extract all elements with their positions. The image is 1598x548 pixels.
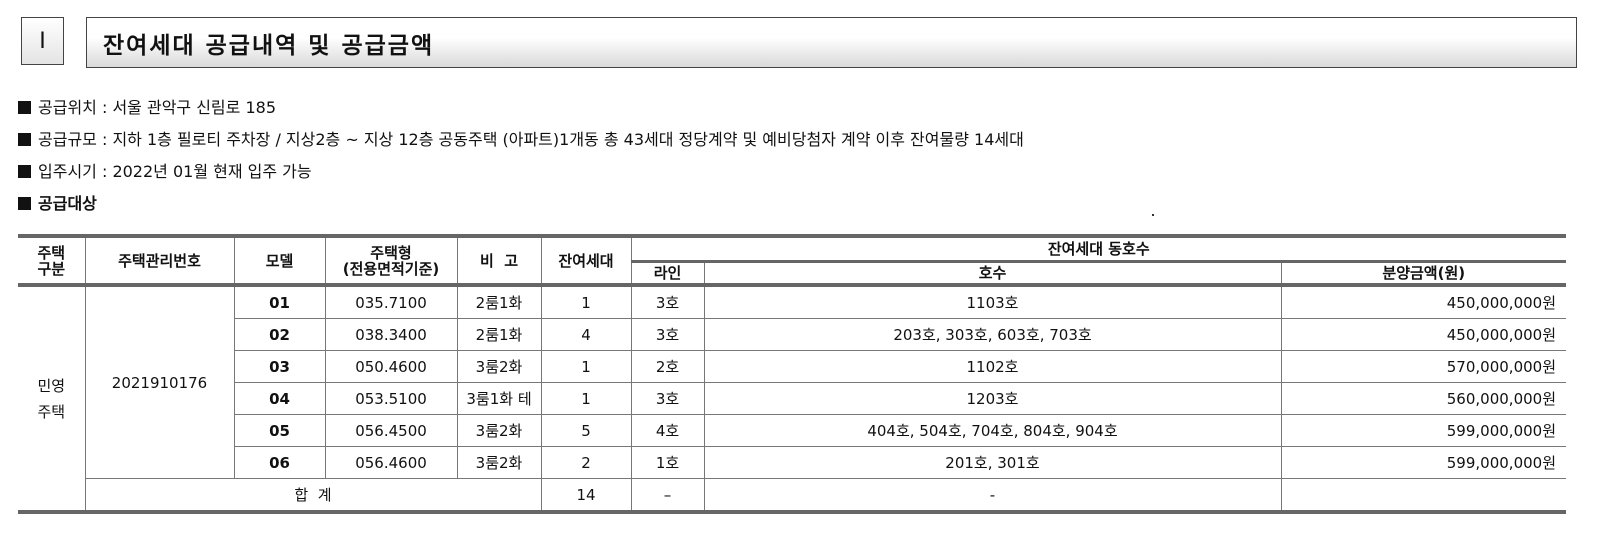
bullet-square-icon (18, 101, 31, 114)
area-cell: 050.4600 (324, 350, 458, 383)
header-row-1: 주택 구분 주택관리번호 모델 주택형 (전용면적기준) 비 고 잔여세대 잔여… (18, 235, 1566, 287)
line-cell: 3호 (630, 284, 705, 319)
unit-cell: 203호, 303호, 603호, 703호 (703, 318, 1282, 351)
line-cell: 3호 (630, 382, 705, 415)
note-cell: 3룸2화 (456, 446, 542, 479)
total-line: – (630, 478, 705, 513)
area-cell: 053.5100 (324, 382, 458, 415)
section-label: 공급대상 (18, 190, 97, 214)
info-movein: 입주시기 : 2022년 01월 현재 입주 가능 (18, 158, 312, 182)
col-model: 모델 (233, 235, 326, 287)
table-row: 05 056.4500 3룸2화 5 4호 404호, 504호, 704호, … (18, 414, 1566, 447)
unit-cell: 1203호 (703, 382, 1282, 415)
area-cell: 056.4600 (324, 446, 458, 479)
bullet-square-icon (18, 133, 31, 146)
info-scale: 공급규모 : 지하 1층 필로티 주차장 / 지상2층 ~ 지상 12층 공동주… (18, 126, 1024, 150)
col-house-type: 주택 구분 (18, 235, 86, 287)
note-cell: 3룸2화 (456, 414, 542, 447)
line-cell: 2호 (630, 350, 705, 383)
unit-cell: 201호, 301호 (703, 446, 1282, 479)
remain-cell: 5 (540, 414, 632, 447)
section-title: 잔여세대 공급내역 및 공급금액 (86, 17, 1577, 68)
note-cell: 3룸2화 (456, 350, 542, 383)
info-location: 공급위치 : 서울 관악구 신림로 185 (18, 94, 276, 118)
remain-cell: 1 (540, 284, 632, 319)
col-price: 분양금액(원) (1280, 261, 1566, 287)
price-cell: 450,000,000원 (1280, 284, 1566, 319)
model-cell: 06 (234, 446, 326, 479)
price-cell: 570,000,000원 (1280, 350, 1566, 383)
note-cell: 3룸1화 테 (456, 382, 542, 415)
col-remain: 잔여세대 (540, 235, 632, 287)
price-cell: 599,000,000원 (1280, 446, 1566, 479)
model-cell: 05 (234, 414, 326, 447)
unit-cell: 404호, 504호, 704호, 804호, 904호 (703, 414, 1282, 447)
model-cell: 03 (234, 350, 326, 383)
total-label: 합 계 (85, 478, 542, 513)
col-unit: 호수 (703, 261, 1282, 287)
col-line: 라인 (631, 261, 705, 287)
area-cell: 056.4500 (324, 414, 458, 447)
line-cell: 4호 (630, 414, 705, 447)
model-cell: 04 (234, 382, 326, 415)
col-area: 주택형 (전용면적기준) (324, 235, 458, 287)
section-number: Ⅰ (21, 17, 64, 65)
bullet-square-icon (18, 197, 31, 210)
remain-cell: 2 (540, 446, 632, 479)
bullet-square-icon (18, 165, 31, 178)
unit-cell: 1102호 (703, 350, 1282, 383)
table-row: 02 038.3400 2룸1화 4 3호 203호, 303호, 603호, … (18, 318, 1566, 351)
price-cell: 560,000,000원 (1280, 382, 1566, 415)
price-cell: 599,000,000원 (1280, 414, 1566, 447)
total-row: 합 계 14 – - (18, 478, 1566, 513)
remain-cell: 1 (540, 350, 632, 383)
total-remain: 14 (540, 478, 632, 513)
line-cell: 1호 (630, 446, 705, 479)
house-type-cell: 민영 주택 (18, 284, 86, 513)
total-unit: - (703, 478, 1282, 513)
mgmt-no-cell: 2021910176 (84, 284, 235, 479)
remain-cell: 4 (540, 318, 632, 351)
unit-cell: 1103호 (703, 284, 1282, 319)
model-cell: 02 (234, 318, 326, 351)
col-note: 비 고 (456, 235, 542, 287)
supply-table: 주택 구분 주택관리번호 모델 주택형 (전용면적기준) 비 고 잔여세대 잔여… (18, 234, 1566, 514)
col-mgmt-no: 주택관리번호 (84, 235, 235, 287)
table-row: 03 050.4600 3룸2화 1 2호 1102호 570,000,000원 (18, 350, 1566, 383)
table-row: 민영 주택 2021910176 01 035.7100 2룸1화 1 3호 1… (18, 284, 1566, 513)
total-price (1280, 478, 1566, 513)
model-cell: 01 (233, 284, 326, 319)
price-cell: 450,000,000원 (1280, 318, 1566, 351)
note-cell: 2룸1화 (456, 318, 542, 351)
table-row: 04 053.5100 3룸1화 테 1 3호 1203호 560,000,00… (18, 382, 1566, 415)
table-row: 06 056.4600 3룸2화 2 1호 201호, 301호 599,000… (18, 446, 1566, 479)
stray-dot (1152, 214, 1154, 216)
line-cell: 3호 (630, 318, 705, 351)
area-cell: 035.7100 (324, 284, 458, 319)
remain-cell: 1 (540, 382, 632, 415)
area-cell: 038.3400 (324, 318, 458, 351)
note-cell: 2룸1화 (456, 284, 542, 319)
col-group-units: 잔여세대 동호수 (630, 235, 1566, 263)
